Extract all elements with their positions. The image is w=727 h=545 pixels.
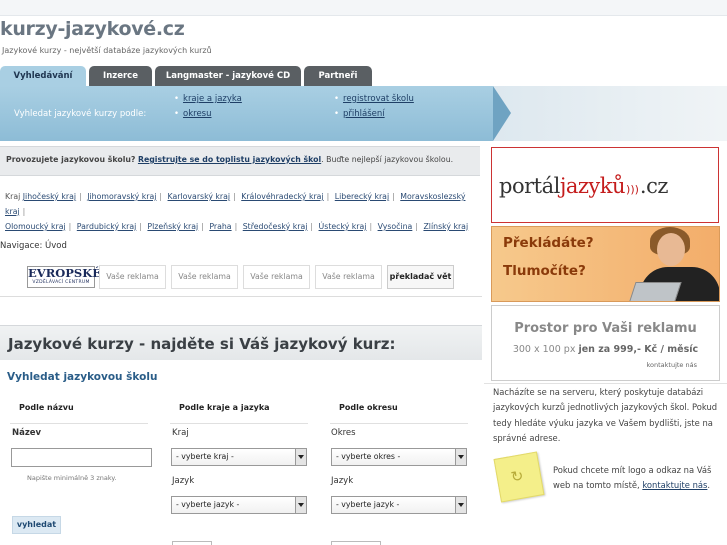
- translator-button[interactable]: překladač vět: [387, 265, 454, 289]
- tab-vyhledavani[interactable]: Vyhledávání: [0, 66, 86, 86]
- district-select[interactable]: - vyberte okres -: [331, 448, 467, 466]
- language-select-2[interactable]: - vyberte jazyk -: [331, 496, 467, 514]
- ad-space-banner[interactable]: Prostor pro Vaši reklamu 300 x 100 px je…: [491, 305, 720, 381]
- ad-space-contact[interactable]: kontaktujte nás: [646, 361, 697, 369]
- region-list: Kraj Jihočeský kraj | Jihomoravský kraj | …: [5, 192, 469, 231]
- name-label: Název: [12, 428, 42, 438]
- chevron-down-icon: [455, 449, 466, 465]
- tab-partneri[interactable]: Partneři: [304, 66, 372, 86]
- region-link[interactable]: Olomoucký kraj: [5, 222, 66, 231]
- region-link[interactable]: Zlínský kraj: [423, 222, 468, 231]
- region-link[interactable]: Ústecký kraj: [319, 222, 367, 231]
- promo-banner: Provozujete jazykovou školu? Registrujte…: [0, 146, 480, 176]
- page-title: Jazykové kurzy - najděte si Váš jazykový…: [0, 325, 482, 360]
- ad-space-title: Prostor pro Vaši reklamu: [514, 321, 697, 336]
- promo-suffix: . Buďte nejlepší jazykovou školou.: [321, 155, 454, 164]
- portal-domain: .cz: [639, 174, 669, 198]
- region-link[interactable]: Jihočeský kraj: [23, 192, 76, 201]
- name-hint: Napište minimálně 3 znaky.: [27, 474, 117, 482]
- contact-link[interactable]: kontaktujte nás: [642, 480, 707, 490]
- region-link[interactable]: Jihomoravský kraj: [87, 192, 156, 201]
- ad-slot[interactable]: Vaše reklama: [315, 265, 382, 289]
- logo-cta-text: Pokud chcete mít logo a odkaz na Váš web…: [553, 465, 712, 491]
- button-partial[interactable]: [331, 541, 381, 545]
- region-link[interactable]: Královéhradecký kraj: [241, 192, 323, 201]
- banner-question-1: Překládáte?: [503, 235, 594, 251]
- site-info-text: Nacházíte se na serveru, který poskytuje…: [493, 387, 718, 443]
- language-select-label-2: Jazyk: [331, 476, 354, 486]
- region-link[interactable]: Plzeňský kraj: [147, 222, 198, 231]
- ad-slot[interactable]: Vaše reklama: [171, 265, 238, 289]
- translation-banner[interactable]: Překládáte? Tlumočíte?: [491, 226, 720, 302]
- col-head-district: Podle okresu: [339, 403, 398, 412]
- breadcrumb: Navigace: Úvod: [0, 241, 67, 251]
- ad-slot[interactable]: Vaše reklama: [243, 265, 310, 289]
- region-select[interactable]: - vyberte kraj -: [171, 448, 307, 466]
- search-bar-right: [493, 86, 727, 141]
- link-kraje-a-jazyka[interactable]: • kraje a jazyka: [174, 94, 242, 104]
- link-registrovat[interactable]: • registrovat školu: [334, 94, 414, 104]
- link-prihlaseni[interactable]: • přihlášení: [334, 109, 385, 119]
- region-link[interactable]: Praha: [209, 222, 231, 231]
- promo-link[interactable]: Registrujte se do toplistu jazykových šk…: [138, 155, 321, 164]
- ad-space-price: 300 x 100 px jen za 999,- Kč / měsíc: [512, 344, 699, 355]
- district-select-label: Okres: [331, 428, 356, 438]
- evropske-title: EVROPSKÉ: [28, 266, 101, 280]
- tab-inzerce[interactable]: Inzerce: [89, 66, 152, 86]
- region-link[interactable]: Karlovarský kraj: [168, 192, 231, 201]
- top-strip: [0, 0, 727, 16]
- region-select-label: Kraj: [172, 428, 189, 438]
- site-tagline: Jazykové kurzy - největší databáze jazyk…: [2, 46, 212, 55]
- portal-jazyku-banner[interactable]: portáljazyků))).cz: [491, 147, 719, 223]
- language-select-label: Jazyk: [172, 476, 195, 486]
- chevron-down-icon: [455, 497, 466, 513]
- sticky-note-icon: ↻: [493, 451, 545, 503]
- divider: [484, 383, 727, 384]
- tab-langmaster[interactable]: Langmaster - jazykové CD: [155, 66, 301, 86]
- divider: [330, 423, 468, 424]
- search-bar-arrow: [493, 86, 511, 141]
- region-label: Kraj: [5, 192, 21, 201]
- ad-slot[interactable]: Vaše reklama: [99, 265, 166, 289]
- sound-waves-icon: ))): [626, 183, 639, 196]
- button-partial[interactable]: [172, 541, 212, 545]
- portal-text-red: jazyků: [559, 174, 626, 198]
- chevron-down-icon: [295, 497, 306, 513]
- chevron-down-icon: [295, 449, 306, 465]
- section-title: Vyhledat jazykovou školu: [7, 371, 158, 383]
- banner-question-2: Tlumočíte?: [503, 263, 586, 279]
- divider: [170, 423, 308, 424]
- region-link[interactable]: Vysočina: [378, 222, 413, 231]
- site-logo[interactable]: kurzy-jazykové.cz: [0, 18, 185, 40]
- divider: [10, 423, 148, 424]
- search-by-label: Vyhledat jazykové kurzy podle:: [14, 109, 147, 119]
- col-head-region: Podle kraje a jazyka: [179, 403, 270, 412]
- promo-prefix: Provozujete jazykovou školu?: [6, 155, 136, 164]
- laptop-icon: [628, 282, 682, 301]
- search-button[interactable]: vyhledat: [12, 516, 61, 534]
- language-select[interactable]: - vyberte jazyk -: [171, 496, 307, 514]
- evropske-logo[interactable]: EVROPSKÉ VZDĚLÁVACÍ CENTRUM: [27, 266, 101, 288]
- name-input[interactable]: [11, 448, 152, 467]
- col-head-name: Podle názvu: [19, 403, 74, 412]
- woman-face: [657, 233, 685, 266]
- divider: [0, 296, 482, 297]
- region-link[interactable]: Pardubický kraj: [77, 222, 137, 231]
- region-link[interactable]: Středočeský kraj: [243, 222, 308, 231]
- evropske-sub: VZDĚLÁVACÍ CENTRUM: [32, 280, 90, 285]
- link-okresu[interactable]: • okresu: [174, 109, 212, 119]
- portal-text: portál: [499, 174, 560, 198]
- region-link[interactable]: Liberecký kraj: [335, 192, 389, 201]
